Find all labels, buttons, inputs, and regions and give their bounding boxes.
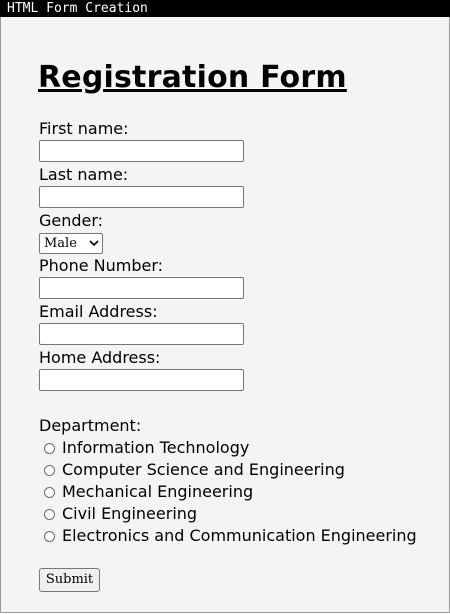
department-option-it[interactable]: Information Technology	[44, 438, 249, 458]
gender-select-value: Male	[44, 236, 77, 251]
department-option-mechanical[interactable]: Mechanical Engineering	[44, 482, 253, 502]
home-address-label: Home Address:	[39, 348, 161, 367]
department-option-label: Computer Science and Engineering	[62, 460, 345, 479]
department-label: Department:	[39, 416, 142, 435]
page-title: Registration Form	[38, 60, 347, 95]
department-option-label: Information Technology	[62, 438, 250, 457]
window-title: HTML Form Creation	[0, 0, 450, 17]
radio-button[interactable]	[44, 530, 55, 542]
first-name-label: First name:	[39, 119, 129, 138]
phone-number-input[interactable]	[39, 277, 244, 299]
gender-label: Gender:	[39, 211, 104, 230]
phone-number-label: Phone Number:	[39, 256, 164, 275]
last-name-label: Last name:	[39, 165, 129, 184]
email-address-input[interactable]	[39, 323, 244, 345]
last-name-input[interactable]	[39, 186, 244, 208]
gender-select[interactable]: Male	[39, 233, 103, 254]
first-name-input[interactable]	[39, 140, 244, 162]
department-option-cse[interactable]: Computer Science and Engineering	[44, 460, 345, 480]
chevron-down-icon	[89, 240, 99, 247]
radio-button[interactable]	[44, 486, 55, 498]
department-option-civil[interactable]: Civil Engineering	[44, 504, 197, 524]
department-option-label: Electronics and Communication Engineerin…	[62, 526, 417, 545]
radio-button[interactable]	[44, 508, 55, 520]
page-content: Registration Form First name: Last name:…	[0, 17, 450, 613]
home-address-input[interactable]	[39, 369, 244, 391]
radio-button[interactable]	[44, 442, 55, 454]
department-option-label: Mechanical Engineering	[62, 482, 254, 501]
email-address-label: Email Address:	[39, 302, 158, 321]
department-option-ece[interactable]: Electronics and Communication Engineerin…	[44, 526, 417, 546]
department-option-label: Civil Engineering	[62, 504, 198, 523]
radio-button[interactable]	[44, 464, 55, 476]
submit-button[interactable]: Submit	[39, 568, 100, 592]
